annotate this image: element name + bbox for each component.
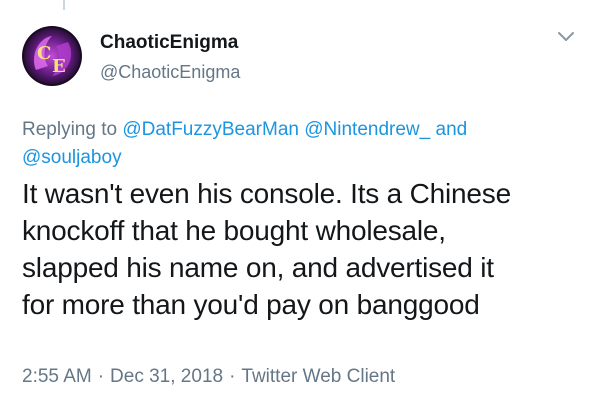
svg-text:C: C: [37, 43, 51, 64]
tweet-metadata: 2:55 AM · Dec 31, 2018 · Twitter Web Client: [22, 366, 395, 388]
tweet: C E ChaoticEnigma @ChaoticEnigma Replyin…: [0, 0, 595, 413]
author-handle[interactable]: @ChaoticEnigma: [100, 62, 240, 83]
separator: ·: [229, 366, 236, 387]
avatar[interactable]: C E: [22, 26, 82, 86]
tweet-text-line: slapped his name on, and advertised it: [22, 252, 494, 283]
tweet-client[interactable]: Twitter Web Client: [241, 366, 395, 387]
author-display-name[interactable]: ChaoticEnigma: [100, 32, 238, 54]
tweet-time[interactable]: 2:55 AM: [22, 366, 92, 387]
tweet-text-line: It wasn't even his console. Its a Chines…: [22, 178, 511, 209]
tweet-text-line: for more than you'd pay on banggood: [22, 289, 480, 320]
thread-connector-line: [63, 0, 65, 10]
svg-text:E: E: [52, 56, 66, 77]
tweet-text: It wasn't even his console. Its a Chines…: [22, 175, 587, 323]
chevron-down-icon[interactable]: [558, 30, 574, 42]
tweet-text-line: knockoff that he bought wholesale,: [22, 215, 446, 246]
replying-prefix: Replying to: [22, 119, 118, 140]
mention-link[interactable]: @Nintendrew_: [304, 119, 430, 140]
tweet-date[interactable]: Dec 31, 2018: [110, 366, 223, 387]
replying-to: Replying to @DatFuzzyBearMan @Nintendrew…: [22, 116, 562, 172]
mention-link[interactable]: @souljaboy: [22, 147, 122, 168]
separator: ·: [97, 366, 105, 387]
mention-link[interactable]: @DatFuzzyBearMan: [122, 119, 299, 140]
mention-joiner[interactable]: and: [436, 119, 468, 140]
chaotic-enigma-logo-icon: C E: [22, 26, 82, 86]
